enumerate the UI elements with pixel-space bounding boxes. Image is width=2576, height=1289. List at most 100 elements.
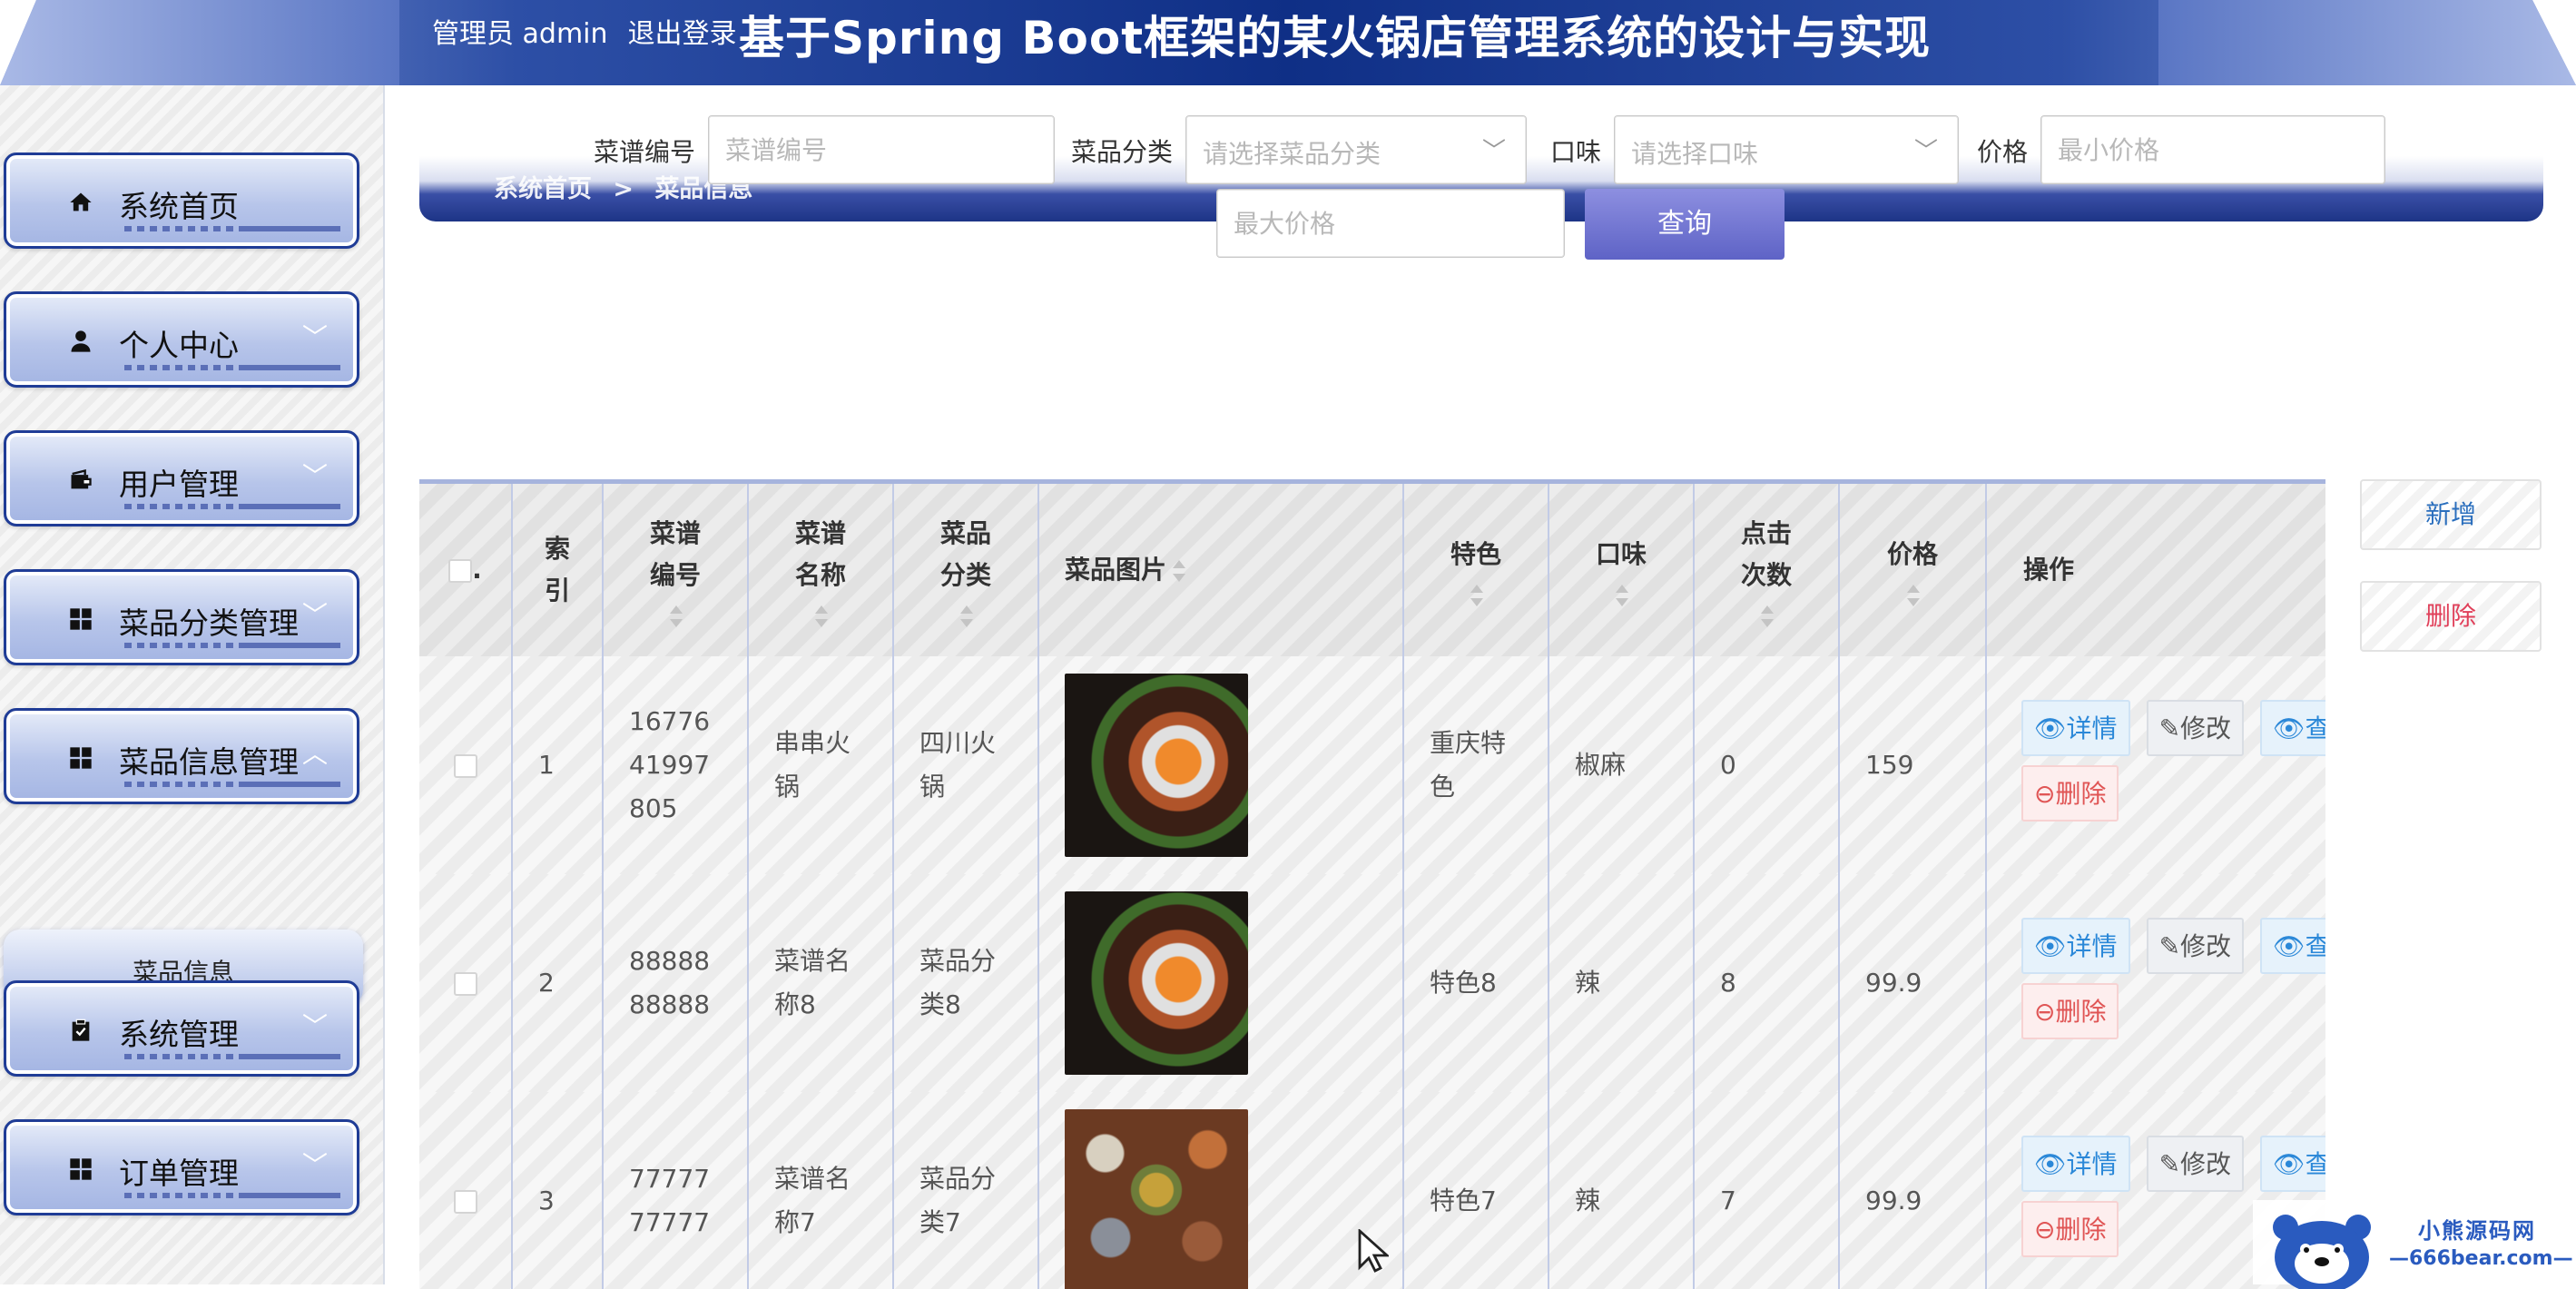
price-header-label: 价格 — [1886, 539, 1938, 569]
grid-icon — [70, 1158, 92, 1180]
eye-icon: 👁 — [2273, 713, 2306, 743]
image-cell — [1037, 656, 1403, 874]
select-all-checkbox[interactable] — [448, 559, 473, 583]
add-button[interactable]: 新增 — [2360, 479, 2542, 550]
eye-icon: 👁 — [2034, 713, 2067, 743]
header-shade-left — [0, 0, 399, 85]
clicks-header[interactable]: 点击次数 — [1693, 484, 1839, 656]
delete-button[interactable]: ⊖删除 — [2021, 1201, 2119, 1257]
sort-icon[interactable] — [1468, 585, 1484, 606]
logout-link[interactable]: 退出登录 — [628, 18, 737, 50]
delete-button[interactable]: ⊖删除 — [2021, 765, 2119, 822]
code-header[interactable]: 菜谱编号 — [602, 484, 748, 656]
edit-label: 修改 — [2180, 931, 2232, 961]
query-button[interactable]: 查询 — [1585, 189, 1785, 260]
sidebar-item-home[interactable]: 系统首页 — [4, 153, 359, 249]
row-checkbox[interactable] — [453, 754, 477, 778]
dish-image[interactable] — [1065, 1109, 1248, 1289]
mouse-cursor-icon — [1358, 1229, 1389, 1273]
dish-image[interactable] — [1065, 891, 1248, 1075]
row-checkbox[interactable] — [453, 1190, 477, 1214]
sort-icon[interactable] — [667, 605, 683, 627]
view-button[interactable]: 👁查 — [2260, 1136, 2325, 1192]
name-header[interactable]: 菜谱名称 — [747, 484, 893, 656]
batch-delete-button[interactable]: 删除 — [2360, 581, 2542, 652]
chevron-down-icon: ﹀ — [302, 322, 329, 352]
edit-label: 修改 — [2180, 1149, 2232, 1179]
index-cell: 3 — [511, 1092, 603, 1289]
sort-icon[interactable] — [1758, 605, 1775, 627]
clicks-cell: 8 — [1693, 874, 1839, 1092]
max-price-input[interactable] — [1217, 190, 1564, 257]
taste-select[interactable]: 请选择口味 ﹀ — [1614, 115, 1959, 184]
sidebar-item-label: 系统管理 — [119, 1017, 239, 1052]
index-cell: 1 — [511, 656, 603, 874]
edit-button[interactable]: ✎修改 — [2146, 1136, 2245, 1192]
code-header-label: 菜谱编号 — [649, 518, 701, 590]
name-cell: 菜谱名称8 — [747, 874, 893, 1092]
edit-button[interactable]: ✎修改 — [2146, 700, 2245, 756]
recipe-code-input[interactable] — [709, 116, 1054, 183]
sort-icon[interactable] — [812, 605, 829, 627]
index-cell: 2 — [511, 874, 603, 1092]
breadcrumb-home[interactable]: 系统首页 — [494, 175, 592, 203]
taste-header[interactable]: 口味 — [1548, 484, 1694, 656]
delete-button[interactable]: ⊖删除 — [2021, 983, 2119, 1039]
detail-button[interactable]: 👁详情 — [2021, 918, 2130, 974]
detail-button[interactable]: 👁详情 — [2021, 1136, 2130, 1192]
chevron-up-icon: ︿ — [302, 739, 329, 769]
sidebar-item-label: 菜品信息管理 — [119, 744, 299, 780]
dish-table: . 索引 菜谱编号 菜谱名称 菜品分类 菜品图片 特色 口味 点击次数 价格 操… — [419, 479, 2325, 1289]
view-button[interactable]: 👁查 — [2260, 700, 2325, 756]
minus-circle-icon: ⊖ — [2034, 1215, 2056, 1245]
ops-cell: 👁详情 ✎修改 👁查 ⊖删除 — [1985, 656, 2325, 874]
category-header-label: 菜品分类 — [939, 518, 991, 590]
sidebar-item-user-management[interactable]: 用户管理 ﹀ — [4, 430, 359, 526]
home-icon — [70, 192, 92, 212]
sidebar-item-dish-info-management[interactable]: 菜品信息管理 ︿ — [4, 708, 359, 804]
category-header[interactable]: 菜品分类 — [892, 484, 1038, 656]
sort-icon[interactable] — [958, 605, 974, 627]
view-label: 查 — [2306, 1149, 2325, 1179]
detail-button[interactable]: 👁详情 — [2021, 700, 2130, 756]
grid-icon — [70, 747, 92, 769]
minus-circle-icon: ⊖ — [2034, 779, 2056, 809]
minus-circle-icon: ⊖ — [2034, 997, 2056, 1027]
eye-icon: 👁 — [2034, 1149, 2067, 1179]
eye-icon: 👁 — [2273, 931, 2306, 961]
name-header-label: 菜谱名称 — [794, 518, 846, 590]
price-header[interactable]: 价格 — [1838, 484, 1986, 656]
category-select[interactable]: 请选择菜品分类 ﹀ — [1185, 115, 1527, 184]
sort-icon[interactable] — [1904, 585, 1921, 606]
sidebar-item-category-management[interactable]: 菜品分类管理 ﹀ — [4, 569, 359, 665]
taste-header-label: 口味 — [1595, 539, 1647, 569]
image-header[interactable]: 菜品图片 — [1037, 484, 1403, 656]
sidebar-item-system-management[interactable]: 系统管理 ﹀ — [4, 980, 359, 1077]
category-select-placeholder: 请选择菜品分类 — [1203, 139, 1381, 169]
chevron-down-icon: ﹀ — [302, 600, 329, 630]
category-cell: 菜品分类8 — [892, 874, 1038, 1092]
watermark-name: 小熊源码网 — [2418, 1218, 2536, 1244]
row-checkbox[interactable] — [453, 972, 477, 996]
category-cell: 菜品分类7 — [892, 1092, 1038, 1289]
menu-decoration — [124, 365, 340, 370]
sidebar-item-personal-center[interactable]: 个人中心 ﹀ — [4, 291, 359, 388]
watermark: 小熊源码网 —666bear.com— — [2253, 1200, 2576, 1289]
min-price-input[interactable] — [2041, 116, 2384, 183]
clicks-cell: 0 — [1693, 656, 1839, 874]
bear-logo-icon — [2273, 1215, 2371, 1289]
edit-icon: ✎ — [2158, 931, 2181, 961]
grid-icon — [70, 608, 92, 630]
price-cell: 99.9 — [1838, 1092, 1986, 1289]
edit-button[interactable]: ✎修改 — [2146, 918, 2245, 974]
sort-icon[interactable] — [1613, 585, 1629, 606]
table-row: 2 8888888888 菜谱名称8 菜品分类8 特色8 辣 8 99.9 👁详… — [419, 874, 2325, 1092]
admin-name: 管理员 admin — [432, 18, 608, 50]
feature-header[interactable]: 特色 — [1402, 484, 1549, 656]
sort-icon[interactable] — [1170, 560, 1186, 582]
dish-image[interactable] — [1065, 674, 1248, 857]
code-cell: 7777777777 — [602, 1092, 748, 1289]
sidebar-item-order-management[interactable]: 订单管理 ﹀ — [4, 1119, 359, 1215]
name-cell: 串串火锅 — [747, 656, 893, 874]
view-button[interactable]: 👁查 — [2260, 918, 2325, 974]
